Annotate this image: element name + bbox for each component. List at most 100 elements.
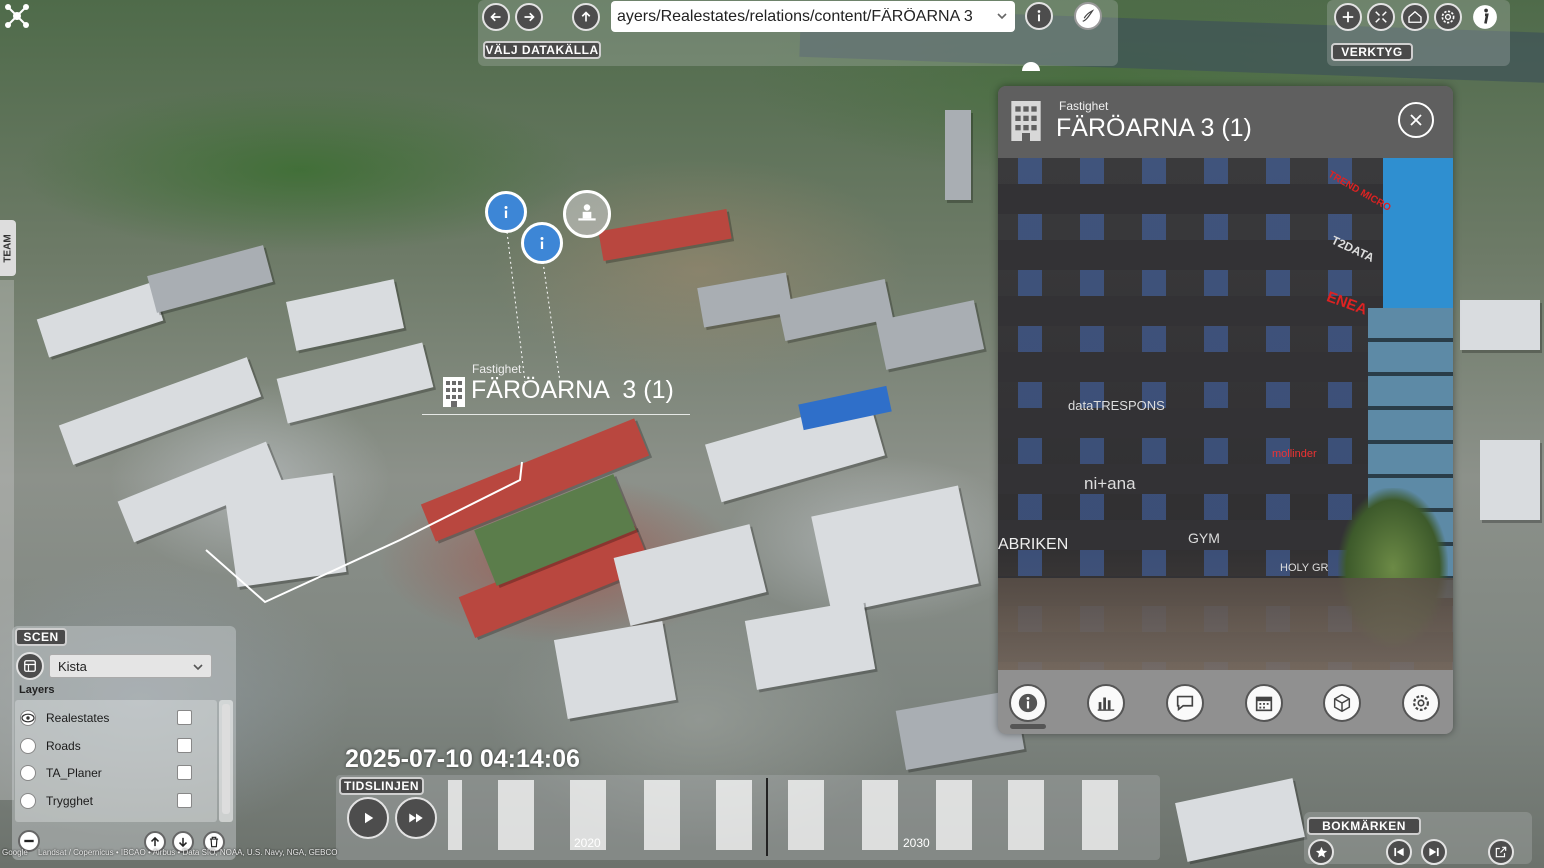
back-button[interactable]: [482, 3, 510, 31]
layer-row-trygghet[interactable]: Trygghet: [16, 788, 216, 814]
app-logo-icon[interactable]: [4, 3, 30, 29]
settings-button[interactable]: [1434, 3, 1462, 31]
url-input[interactable]: ayers/Realestates/relations/content/FÄRÖ…: [611, 1, 1015, 32]
poi-info-marker[interactable]: [485, 191, 527, 233]
scene-label: SCEN: [15, 628, 67, 646]
sign-gym: GYM: [1188, 530, 1220, 546]
layer-name: Trygghet: [46, 794, 93, 808]
timeline-year-2030: 2030: [903, 836, 930, 850]
property-photo[interactable]: dataTRESPONS ni+ana ABRIKEN GYM HOLY GR …: [998, 158, 1453, 670]
layer-checkbox[interactable]: [177, 793, 192, 808]
property-panel: Fastighet FÄRÖARNA 3 (1) dataTRESPONS ni…: [998, 86, 1453, 734]
layer-checkbox[interactable]: [177, 710, 192, 725]
eye-icon: [21, 713, 35, 723]
add-bookmark-button[interactable]: [1308, 839, 1334, 865]
scene-picker-button[interactable]: [16, 652, 44, 680]
info-icon: [1037, 10, 1041, 22]
layer-row-realestates[interactable]: Realestates: [16, 705, 216, 731]
timeline-datetime: 2025-07-10 04:14:06: [345, 745, 580, 773]
poi-workplace-marker[interactable]: [563, 190, 611, 238]
trash-icon: [209, 836, 219, 848]
layer-visible-toggle[interactable]: [20, 710, 36, 726]
fast-forward-button[interactable]: [395, 797, 437, 839]
property-calendar-button[interactable]: [1245, 684, 1283, 722]
tools-label-button[interactable]: VERKTYG: [1331, 43, 1413, 61]
layers-scrollbar[interactable]: [219, 700, 233, 822]
property-info-button[interactable]: [1009, 684, 1047, 722]
star-icon: [1315, 846, 1327, 857]
map-property-label[interactable]: Fastighet FÄRÖARNA 3 (1): [422, 362, 702, 418]
up-button[interactable]: [572, 3, 600, 31]
chart-icon: [1097, 697, 1115, 711]
arrow-down-icon: [178, 837, 188, 848]
timeline-track[interactable]: 2020 2030: [448, 778, 1128, 856]
arrow-right-icon: [524, 12, 535, 22]
layer-radio[interactable]: [20, 793, 36, 809]
team-tab-label: TEAM: [2, 233, 14, 263]
sign-nikana: ni+ana: [1084, 474, 1136, 493]
skip-back-icon: [1394, 847, 1404, 857]
property-toolbar: [998, 670, 1453, 734]
play-button[interactable]: [347, 797, 389, 839]
chevron-down-icon: [193, 664, 203, 671]
team-side-tab[interactable]: TEAM: [0, 220, 16, 276]
layer-name: Roads: [46, 739, 81, 753]
close-icon: [1410, 114, 1422, 126]
layer-checkbox[interactable]: [177, 765, 192, 780]
arrow-left-icon: [490, 12, 501, 22]
chevron-down-icon: [997, 13, 1007, 20]
property-category: Fastighet: [1059, 99, 1109, 113]
next-bookmark-button[interactable]: [1421, 839, 1447, 865]
gear-icon: [1441, 10, 1455, 24]
sign-mollinder: mollinder: [1272, 448, 1317, 460]
scene-selected-value: Kista: [58, 658, 87, 674]
scene-select[interactable]: Kista: [49, 654, 212, 678]
map-data-attribution: Landsat / Copernicus • IBCAO • Airbus • …: [38, 848, 338, 857]
previous-bookmark-button[interactable]: [1386, 839, 1412, 865]
plus-icon: [1342, 11, 1354, 23]
fullscreen-button[interactable]: [1367, 3, 1395, 31]
url-value: ayers/Realestates/relations/content/FÄRÖ…: [617, 7, 973, 25]
layer-radio[interactable]: [20, 765, 36, 781]
calendar-icon: [1255, 696, 1273, 712]
minus-icon: [24, 839, 34, 843]
info-icon: [1018, 693, 1038, 713]
quill-icon: [1082, 9, 1095, 22]
add-button[interactable]: [1334, 3, 1362, 31]
property-chat-button[interactable]: [1166, 684, 1204, 722]
arrow-up-icon: [150, 836, 160, 847]
layer-name: Realestates: [46, 711, 110, 725]
map-label-underline: [422, 414, 690, 415]
sign-dataresponse: dataTRESPONS: [1068, 398, 1165, 413]
layer-radio[interactable]: [20, 738, 36, 754]
layer-name: TA_Planer: [46, 766, 102, 780]
forward-button[interactable]: [515, 3, 543, 31]
timeline-cursor[interactable]: [766, 778, 768, 856]
choose-datasource-button[interactable]: VÄLJ DATAKÄLLA: [483, 41, 601, 59]
layer-row-ta-planer[interactable]: TA_Planer: [16, 760, 216, 786]
property-3d-button[interactable]: [1323, 684, 1361, 722]
sign-holy-gr: HOLY GR: [1280, 562, 1329, 574]
signature-button[interactable]: [1074, 2, 1102, 30]
share-bookmark-button[interactable]: [1488, 839, 1514, 865]
layer-checkbox[interactable]: [177, 738, 192, 753]
bookmarks-label: BOKMÄRKEN: [1307, 817, 1421, 835]
url-info-button[interactable]: [1025, 2, 1053, 30]
arrow-up-icon: [581, 11, 591, 22]
timeline-label: TIDSLINJEN: [339, 777, 424, 795]
home-button[interactable]: [1401, 3, 1429, 31]
property-chart-button[interactable]: [1087, 684, 1125, 722]
property-title: FÄRÖARNA 3 (1): [1056, 114, 1252, 142]
layer-row-roads[interactable]: Roads: [16, 733, 216, 759]
map-label-category: Fastighet: [472, 362, 522, 376]
chat-icon: [1176, 695, 1194, 712]
about-button[interactable]: [1471, 3, 1499, 31]
expand-icon: [1375, 11, 1387, 23]
home-icon: [1408, 10, 1422, 23]
fast-forward-icon: [409, 813, 423, 823]
scene-icon: [24, 660, 36, 672]
property-settings-button[interactable]: [1402, 684, 1440, 722]
close-panel-button[interactable]: [1398, 102, 1434, 138]
property-panel-header: Fastighet FÄRÖARNA 3 (1): [998, 86, 1453, 158]
parcel-outline: [205, 461, 523, 604]
